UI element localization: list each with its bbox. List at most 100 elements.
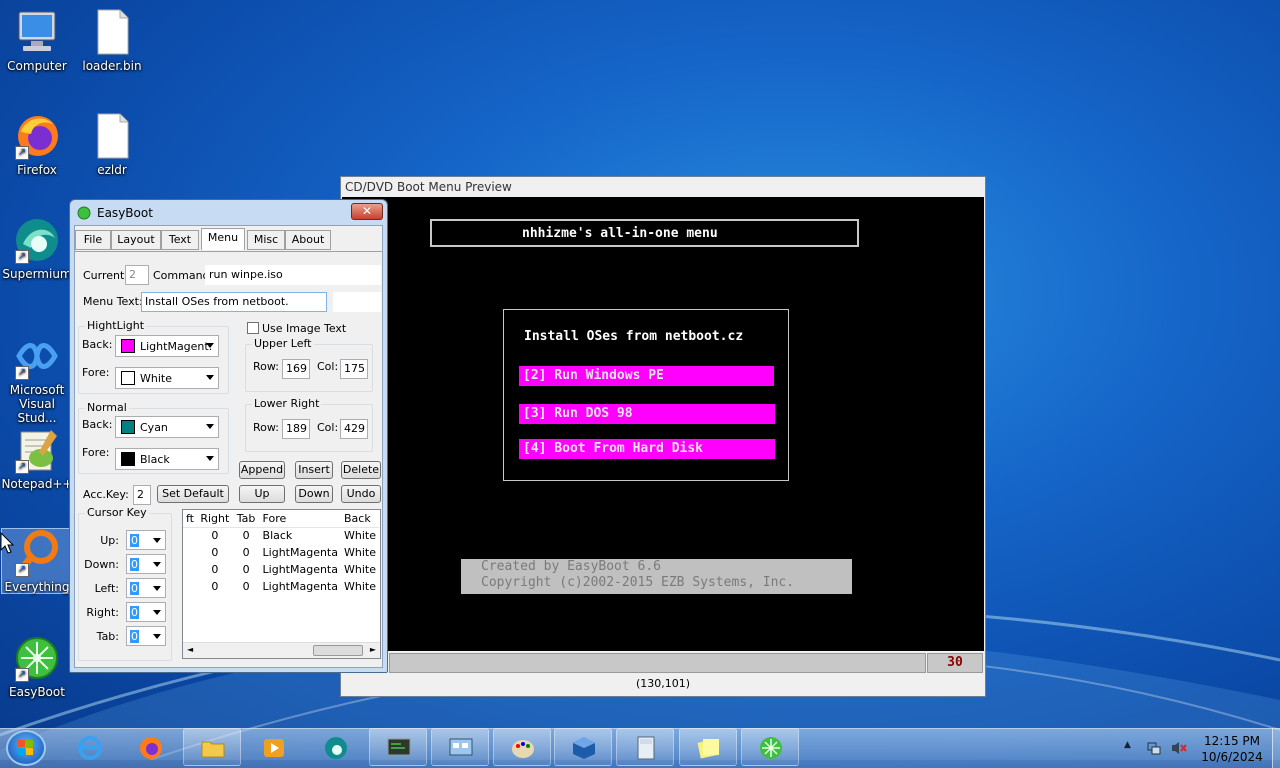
tab-menu[interactable]: Menu <box>201 228 245 250</box>
acc-key-label: Acc.Key: <box>83 488 129 501</box>
chevron-down-icon <box>206 343 214 348</box>
down-button[interactable]: Down <box>295 485 333 503</box>
tray-expand-icon[interactable]: ▲ <box>1124 740 1131 750</box>
show-desktop-button[interactable] <box>1272 728 1280 768</box>
command-input[interactable]: run winpe.iso <box>205 265 381 285</box>
lower-right-col-input[interactable]: 429 <box>340 419 368 439</box>
easyboot-window[interactable]: EasyBoot ✕ File Layout Text Menu Misc Ab… <box>69 199 388 673</box>
desktop-icon-loader-bin[interactable]: loader.bin <box>76 8 148 73</box>
taskbar-virtualbox[interactable] <box>554 728 612 766</box>
tray-clock[interactable]: 12:15 PM 10/6/2024 <box>1196 733 1268 765</box>
current-field[interactable]: 2 <box>125 265 149 285</box>
desktop-icon-notepadpp[interactable]: ↗ Notepad++ <box>1 426 73 491</box>
preview-title-bar[interactable]: CD/DVD Boot Menu Preview <box>341 177 985 197</box>
table-row[interactable]: 0 0 LightMagenta White <box>183 578 379 595</box>
menu-text-input[interactable]: Install OSes from netboot. <box>141 292 327 312</box>
taskbar-media-player[interactable] <box>244 728 302 766</box>
tab-file[interactable]: File <box>75 230 111 250</box>
network-icon[interactable] <box>1146 740 1162 756</box>
up-button[interactable]: Up <box>239 485 285 503</box>
desktop-icon-firefox[interactable]: ↗ Firefox <box>1 112 73 177</box>
supermium-icon <box>325 737 347 759</box>
tab-misc[interactable]: Misc <box>247 230 285 250</box>
menu-text-label: Menu Text: <box>83 295 143 308</box>
acc-key-input[interactable]: 2 <box>133 485 151 505</box>
desktop-icon-easyboot[interactable]: ↗ EasyBoot <box>1 634 73 699</box>
calculator-icon <box>637 736 655 760</box>
taskbar-calculator[interactable] <box>616 728 674 766</box>
control-panel-icon <box>449 738 473 756</box>
use-image-text-checkbox[interactable] <box>247 322 259 334</box>
upper-left-col-input[interactable]: 175 <box>340 359 368 379</box>
start-button[interactable] <box>6 730 46 766</box>
preview-menu-title: Install OSes from netboot.cz <box>524 329 744 344</box>
preview-screen: nhhizme's all-in-one menu Install OSes f… <box>342 197 984 651</box>
table-row[interactable]: 0 0 Black White <box>183 527 379 544</box>
column-header[interactable]: Back <box>341 510 379 527</box>
desktop-icon-supermium[interactable]: ↗ Supermium <box>1 216 73 281</box>
easyboot-title-bar[interactable]: EasyBoot ✕ <box>70 200 387 225</box>
desktop-icon-computer[interactable]: Computer <box>1 8 73 73</box>
close-button[interactable]: ✕ <box>351 203 383 220</box>
scroll-right-icon[interactable]: ► <box>370 645 376 654</box>
menu-items-list[interactable]: ft Right Tab Fore Back 0 0 Black White 0 0 Li… <box>182 509 381 659</box>
tab-layout[interactable]: Layout <box>111 230 161 250</box>
lower-right-row-input[interactable]: 189 <box>282 419 310 439</box>
cursor-right-select[interactable]: 0 <box>126 602 166 622</box>
taskbar-app-control[interactable] <box>431 728 489 766</box>
normal-fore-select[interactable]: Black <box>115 448 219 470</box>
taskbar-explorer[interactable] <box>183 728 241 766</box>
chevron-down-icon <box>206 424 214 429</box>
horizontal-scrollbar[interactable]: ◄ ► <box>183 642 380 658</box>
volume-muted-icon[interactable] <box>1170 740 1188 756</box>
desktop-icon-visual-studio[interactable]: ↗ Microsoft Visual Stud... <box>1 332 73 425</box>
cursor-left-select[interactable]: 0 <box>126 578 166 598</box>
highlight-back-select[interactable]: LightMagent. <box>115 335 219 357</box>
taskbar-app-terminal[interactable] <box>369 728 427 766</box>
insert-button[interactable]: Insert <box>295 461 333 479</box>
undo-button[interactable]: Undo <box>341 485 381 503</box>
color-swatch <box>121 371 135 385</box>
tab-about[interactable]: About <box>285 230 331 250</box>
boot-preview-window[interactable]: CD/DVD Boot Menu Preview nhhizme's all-i… <box>340 176 986 697</box>
color-swatch <box>121 452 135 466</box>
table-row[interactable]: 0 0 LightMagenta White <box>183 544 379 561</box>
taskbar-firefox[interactable] <box>121 728 179 766</box>
taskbar-ie[interactable] <box>60 728 118 766</box>
chevron-down-icon <box>153 634 161 639</box>
preview-menu-item-2: [3] Run DOS 98 <box>519 404 775 424</box>
cursor-down-select[interactable]: 0 <box>126 554 166 574</box>
file-icon <box>97 113 129 159</box>
delete-button[interactable]: Delete <box>341 461 381 479</box>
highlight-fore-select[interactable]: White <box>115 367 219 389</box>
preview-menu-item-1: [2] Run Windows PE <box>519 366 774 386</box>
column-header[interactable]: Fore <box>260 510 341 527</box>
upper-left-row-input[interactable]: 169 <box>282 359 310 379</box>
paint-icon <box>512 740 534 758</box>
windows-logo-icon <box>18 740 33 755</box>
normal-back-select[interactable]: Cyan <box>115 416 219 438</box>
mouse-cursor-icon <box>0 532 14 554</box>
cursor-tab-select[interactable]: 0 <box>126 626 166 646</box>
tab-text[interactable]: Text <box>161 230 199 250</box>
chevron-down-icon <box>153 586 161 591</box>
taskbar-sticky-notes[interactable] <box>679 728 737 766</box>
normal-group: Normal Back: Cyan Fore: Black <box>78 401 229 474</box>
column-header[interactable]: Tab <box>233 510 260 527</box>
taskbar-paint[interactable] <box>493 728 551 766</box>
scroll-left-icon[interactable]: ◄ <box>187 645 193 654</box>
taskbar-easyboot[interactable] <box>741 728 799 766</box>
tab-strip: File Layout Text Menu Misc About <box>75 228 383 252</box>
table-row[interactable]: 0 0 LightMagenta White <box>183 561 379 578</box>
append-button[interactable]: Append <box>239 461 285 479</box>
menu-text-extra-input[interactable] <box>333 292 381 312</box>
column-header[interactable]: Right <box>197 510 233 527</box>
desktop-icon-ezldr[interactable]: ezldr <box>76 112 148 177</box>
taskbar-supermium[interactable] <box>306 728 364 766</box>
set-default-button[interactable]: Set Default <box>157 485 229 503</box>
media-player-icon <box>264 739 284 757</box>
chevron-down-icon <box>153 538 161 543</box>
column-header[interactable]: ft <box>183 510 197 527</box>
scroll-thumb[interactable] <box>313 645 363 656</box>
cursor-up-select[interactable]: 0 <box>126 530 166 550</box>
